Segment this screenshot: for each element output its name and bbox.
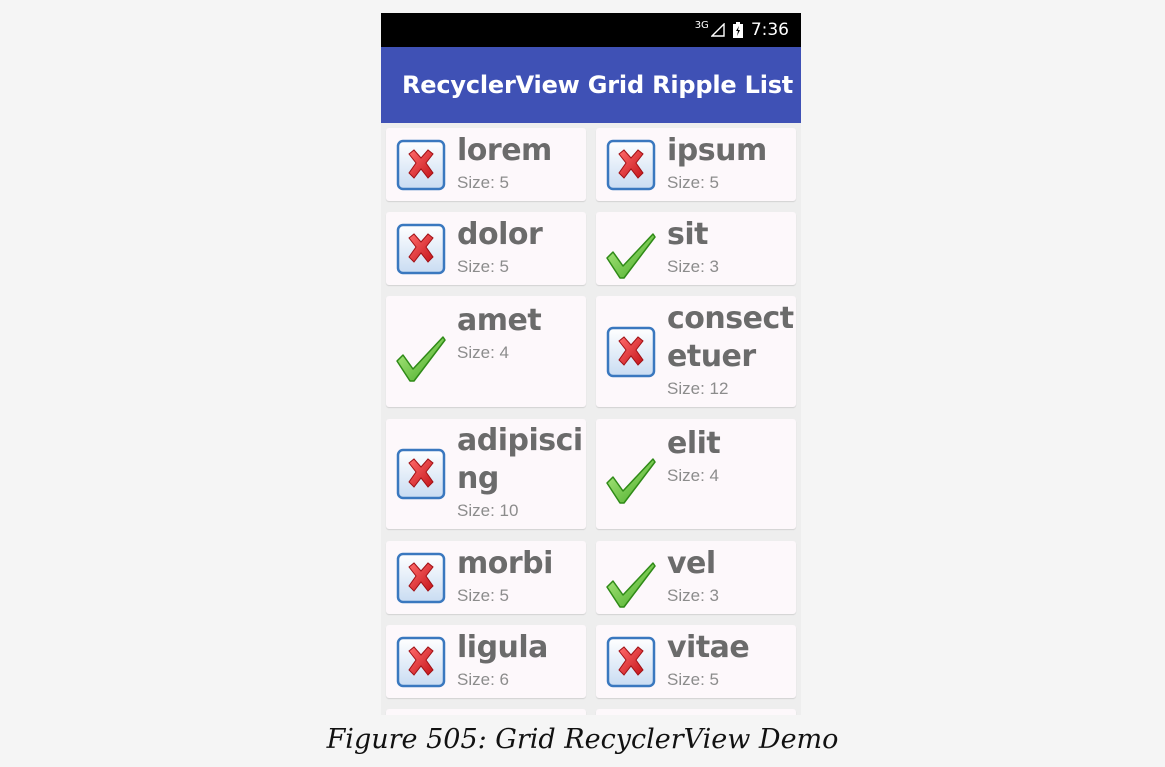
x-mark-icon: [396, 551, 446, 605]
status-bar: 3G 7:36: [381, 13, 801, 47]
x-mark-icon: [396, 222, 446, 276]
item-size: Size: 5: [457, 586, 509, 605]
app-bar: RecyclerView Grid Ripple List: [381, 47, 801, 123]
grid-item-ligula[interactable]: ligula Size: 6: [386, 625, 586, 698]
grid-item-partial[interactable]: [596, 709, 796, 715]
grid-item-dolor[interactable]: dolor Size: 5: [386, 212, 586, 285]
item-size: Size: 5: [457, 257, 509, 276]
item-word: vel: [667, 546, 716, 581]
item-word: sit: [667, 217, 708, 252]
item-size: Size: 3: [667, 257, 719, 276]
grid-item-vel[interactable]: vel Size: 3: [596, 541, 796, 614]
item-size: Size: 6: [457, 670, 509, 689]
item-size: Size: 5: [667, 173, 719, 192]
check-mark-icon: [396, 331, 446, 385]
item-word: amet: [457, 303, 542, 338]
battery-charging-icon: [732, 22, 743, 38]
grid-item-amet[interactable]: amet Size: 4: [386, 296, 586, 407]
clock: 7:36: [750, 20, 789, 40]
item-word: ligula: [457, 630, 548, 665]
x-mark-icon: [396, 447, 446, 501]
x-mark-icon: [606, 138, 656, 192]
check-mark-icon: [606, 557, 656, 611]
status-icons: 3G 7:36: [694, 19, 789, 41]
item-word: vitae: [667, 630, 750, 665]
grid-item-partial[interactable]: [386, 709, 586, 715]
item-size: Size: 5: [667, 670, 719, 689]
grid-item-ipsum[interactable]: ipsum Size: 5: [596, 128, 796, 201]
grid-item-lorem[interactable]: lorem Size: 5: [386, 128, 586, 201]
item-word: adipisci ng: [457, 423, 583, 496]
network-type: 3G: [694, 19, 709, 31]
item-word: lorem: [457, 133, 552, 168]
item-word: consect etuer: [667, 301, 794, 374]
phone-screen: 3G 7:36 RecyclerView Grid Ripple List lo…: [381, 13, 801, 715]
item-word: dolor: [457, 217, 543, 252]
x-mark-icon: [396, 635, 446, 689]
item-size: Size: 4: [667, 466, 719, 485]
item-size: Size: 12: [667, 379, 729, 398]
figure-caption: Figure 505: Grid RecyclerView Demo: [326, 724, 839, 755]
item-size: Size: 4: [457, 343, 509, 362]
x-mark-icon: [606, 635, 656, 689]
grid-item-elit[interactable]: elit Size: 4: [596, 419, 796, 529]
check-mark-icon: [606, 453, 656, 507]
item-word: morbi: [457, 546, 553, 581]
item-word: ipsum: [667, 133, 767, 168]
grid-item-adipiscing[interactable]: adipisci ng Size: 10: [386, 419, 586, 529]
check-mark-icon: [606, 228, 656, 282]
x-mark-icon: [396, 138, 446, 192]
item-size: Size: 10: [457, 501, 519, 520]
item-word: elit: [667, 426, 721, 461]
item-size: Size: 5: [457, 173, 509, 192]
signal-icon: [710, 23, 725, 37]
item-size: Size: 3: [667, 586, 719, 605]
grid-item-vitae[interactable]: vitae Size: 5: [596, 625, 796, 698]
grid-item-consectetuer[interactable]: consect etuer Size: 12: [596, 296, 796, 407]
x-mark-icon: [606, 325, 656, 379]
grid-item-morbi[interactable]: morbi Size: 5: [386, 541, 586, 614]
grid-item-sit[interactable]: sit Size: 3: [596, 212, 796, 285]
app-title: RecyclerView Grid Ripple List: [402, 71, 794, 99]
